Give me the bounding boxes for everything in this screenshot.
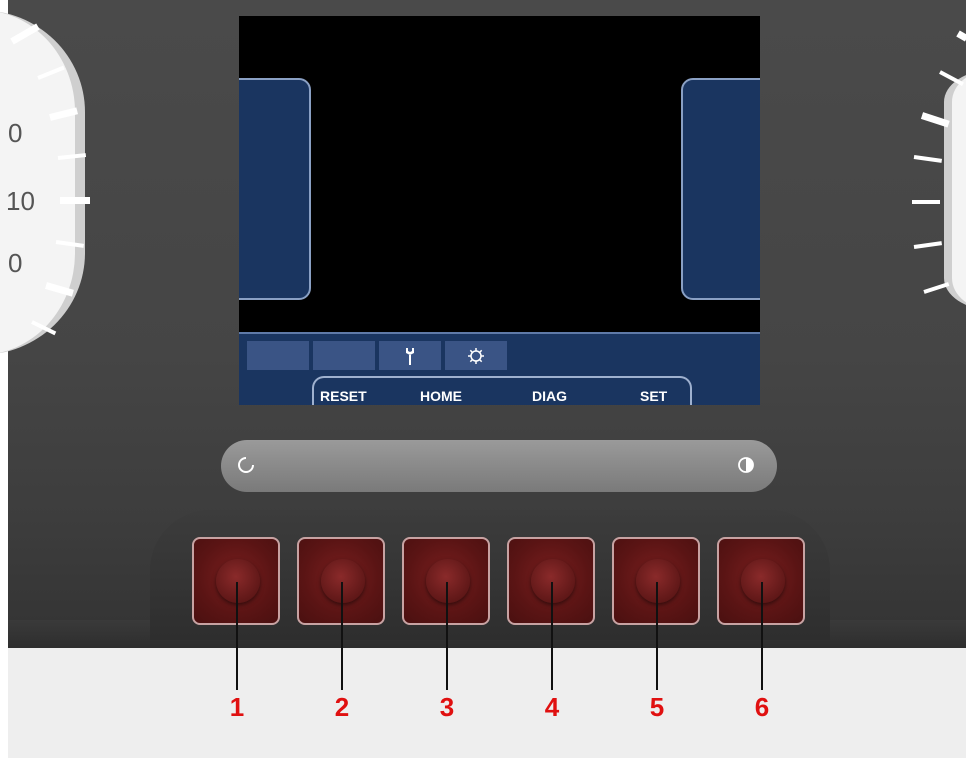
callout-number-2: 2 — [334, 692, 350, 722]
button-knob — [426, 559, 470, 603]
left-side-panel — [239, 78, 311, 300]
contrast-icon[interactable] — [737, 456, 755, 474]
button-knob — [531, 559, 575, 603]
softkey-diag[interactable]: DIAG — [532, 388, 567, 404]
gauge-tick — [60, 197, 90, 204]
gear-icon — [468, 347, 484, 364]
button-knob — [741, 559, 785, 603]
callout-number-4: 4 — [544, 692, 560, 722]
brightness-bar[interactable] — [221, 440, 777, 492]
softkey-set[interactable]: SET — [640, 388, 667, 404]
softkey-reset[interactable]: RESET — [320, 388, 367, 404]
gauge-tick — [912, 200, 940, 204]
right-side-panel — [681, 78, 760, 300]
button-knob — [636, 559, 680, 603]
wrench-icon — [406, 347, 414, 365]
leader-line — [236, 582, 238, 690]
gauge-label: 10 — [6, 186, 35, 216]
gauge-label: 0 — [8, 248, 23, 278]
label-area — [8, 648, 966, 758]
softkey-home[interactable]: HOME — [420, 388, 462, 404]
right-gauge — [944, 70, 966, 310]
button-knob — [216, 559, 260, 603]
status-cell-2 — [313, 341, 375, 370]
callout-number-5: 5 — [649, 692, 665, 722]
display-menu-bar: RESET HOME DIAG SET — [239, 332, 760, 405]
callout-number-1: 1 — [229, 692, 245, 722]
leader-line — [761, 582, 763, 690]
callout-number-3: 3 — [439, 692, 455, 722]
gauge-label: 0 — [8, 118, 23, 148]
leader-line — [656, 582, 658, 690]
button-knob — [321, 559, 365, 603]
refresh-icon[interactable] — [237, 456, 255, 474]
status-cell-settings — [445, 341, 507, 370]
callout-number-6: 6 — [754, 692, 770, 722]
leader-line — [551, 582, 553, 690]
status-cell-service — [379, 341, 441, 370]
leader-line — [446, 582, 448, 690]
status-cell-1 — [247, 341, 309, 370]
softkey-row: RESET HOME DIAG SET — [312, 376, 692, 405]
display-screen: RESET HOME DIAG SET — [239, 16, 760, 405]
leader-line — [341, 582, 343, 690]
